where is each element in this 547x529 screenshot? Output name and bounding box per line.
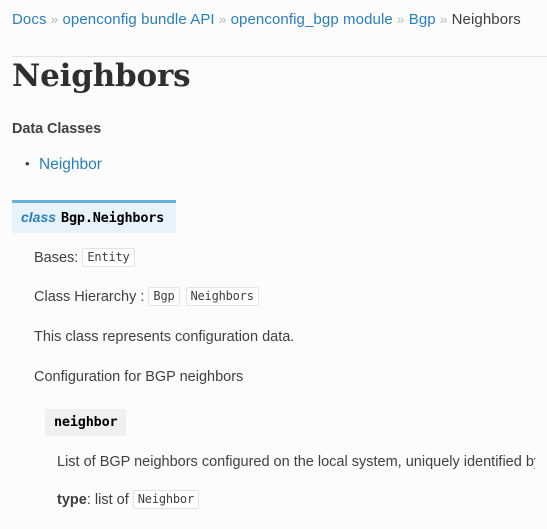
attribute-type-prefix: : list of <box>86 492 129 508</box>
breadcrumb-item-openconfig-bgp-module[interactable]: openconfig_bgp module <box>231 11 393 28</box>
class-body: Bases: Entity Class Hierarchy : Bgp Neigh… <box>12 248 535 510</box>
attribute-body: List of BGP neighbors configured on the … <box>45 453 535 510</box>
page-title: Neighbors <box>12 58 191 94</box>
main-content: Neighbors Data Classes Neighbor classBgp… <box>12 30 535 510</box>
bases-label: Bases: <box>34 250 79 266</box>
breadcrumb-separator: » <box>439 11 448 27</box>
class-signature-block: class Bgp.Neighbors <box>12 200 177 233</box>
breadcrumb-item-neighbors: Neighbors <box>451 11 521 28</box>
hierarchy-link-neighbors[interactable]: Neighbors <box>185 287 259 306</box>
attribute-neighbor: neighbor List of BGP neighbors configure… <box>34 409 535 510</box>
breadcrumb-item-bgp[interactable]: Bgp <box>409 11 436 28</box>
data-classes-list: Neighbor <box>12 154 535 175</box>
breadcrumb-separator: » <box>218 11 227 27</box>
breadcrumb-separator: » <box>396 11 405 27</box>
attribute-name: neighbor <box>54 414 118 430</box>
bases-entity-link[interactable]: Entity <box>82 248 135 267</box>
class-keyword: class <box>21 209 57 225</box>
class-description-line-2: Configuration for BGP neighbors <box>34 369 244 385</box>
hierarchy-link-bgp[interactable]: Bgp <box>148 287 180 306</box>
data-classes-heading: Data Classes <box>12 121 102 137</box>
class-description-line-1: This class represents configuration data… <box>34 329 295 345</box>
documentation-page: Docs» openconfig bundle API» openconfig_bg… <box>0 0 547 529</box>
attribute-signature-block: neighbor <box>45 409 127 436</box>
breadcrumb-separator: » <box>50 11 59 27</box>
breadcrumb: Docs» openconfig bundle API» openconfig_bg… <box>12 0 535 30</box>
bases-row: Bases: Entity <box>34 248 535 268</box>
class-hierarchy-row: Class Hierarchy : Bgp Neighbors <box>34 287 535 307</box>
data-class-link-neighbor[interactable]: Neighbor <box>39 156 102 173</box>
attribute-type-row: type: list of Neighbor <box>57 490 535 510</box>
attribute-type-link-neighbor[interactable]: Neighbor <box>132 490 199 509</box>
class-qualified-name: Bgp.Neighbors <box>61 210 165 226</box>
breadcrumb-item-docs[interactable]: Docs <box>12 11 47 28</box>
breadcrumb-divider <box>12 56 547 57</box>
attribute-description: List of BGP neighbors configured on the … <box>57 454 535 470</box>
breadcrumb-item-openconfig-bundle-api[interactable]: openconfig bundle API <box>62 11 214 28</box>
attribute-type-label: type <box>57 492 87 508</box>
class-hierarchy-label: Class Hierarchy : <box>34 289 145 305</box>
list-item: Neighbor <box>25 154 535 175</box>
